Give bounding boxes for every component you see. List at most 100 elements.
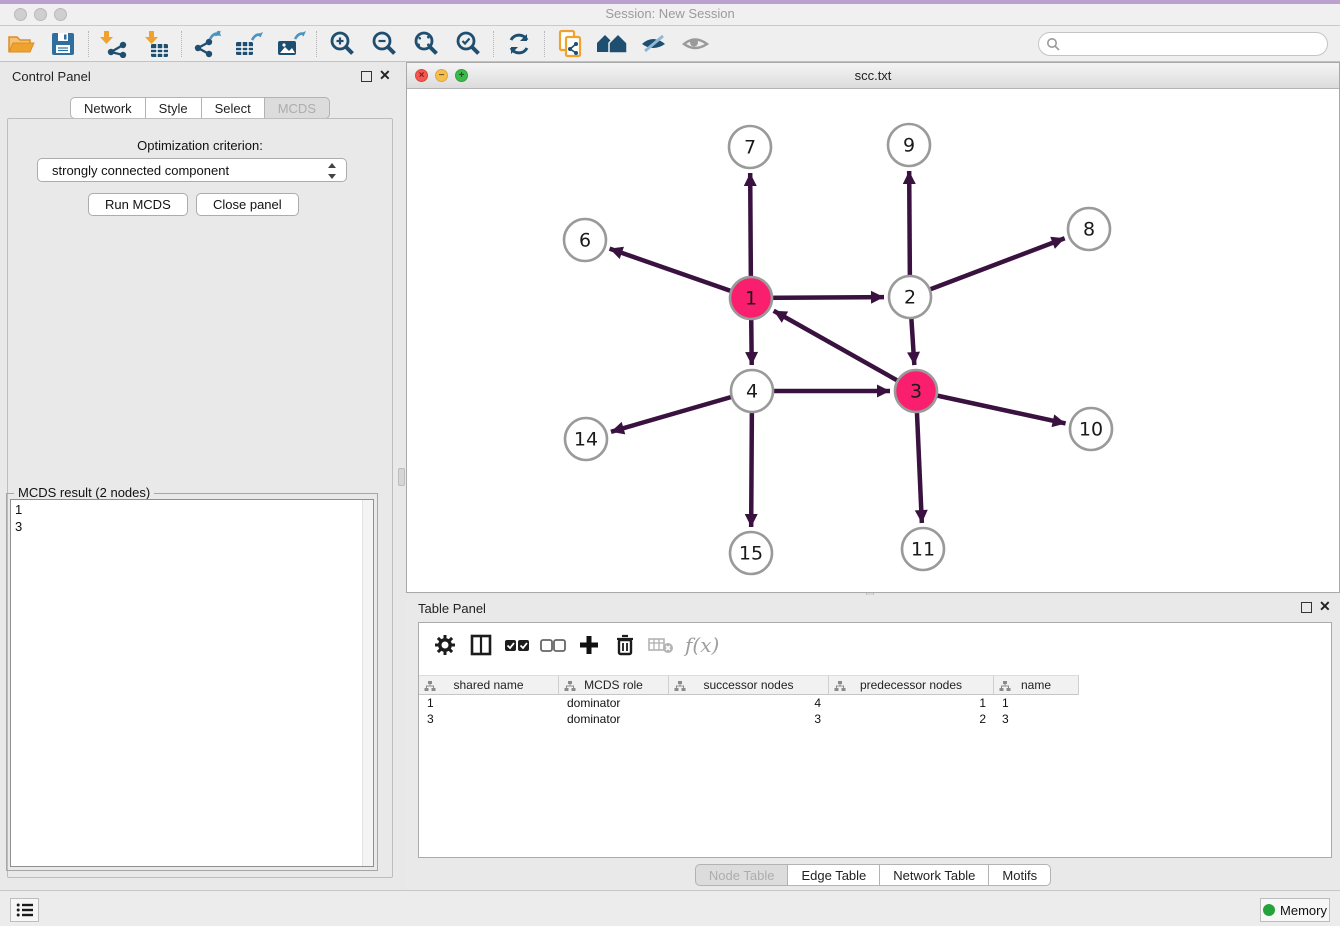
hide-selected-button[interactable] (633, 28, 675, 60)
table-cell[interactable]: 2 (829, 711, 994, 727)
eye-icon (681, 32, 711, 56)
column-type-icon (424, 680, 436, 692)
table-cell[interactable]: dominator (559, 711, 669, 727)
delete-table-button[interactable] (643, 628, 679, 662)
column-header-successor-nodes[interactable]: successor nodes (669, 675, 829, 695)
table-cell[interactable]: 1 (829, 695, 994, 711)
graph-node-11[interactable]: 11 (902, 528, 944, 570)
zoom-out-icon (370, 30, 398, 58)
graph-node-9[interactable]: 9 (888, 124, 930, 166)
apply-style-button[interactable] (498, 28, 540, 60)
tab-style[interactable]: Style (146, 97, 202, 119)
criterion-dropdown[interactable]: strongly connected component (37, 158, 347, 182)
export-table-button[interactable] (228, 28, 270, 60)
function-builder-button[interactable]: f(x) (685, 633, 719, 657)
node-label: 2 (904, 287, 916, 309)
table-cell[interactable]: 3 (419, 711, 559, 727)
graph-node-4[interactable]: 4 (731, 370, 773, 412)
tab-network[interactable]: Network (70, 97, 146, 119)
close-panel-button[interactable]: Close panel (196, 193, 299, 216)
tab-node-table[interactable]: Node Table (695, 864, 789, 886)
search-input[interactable] (1038, 32, 1328, 56)
table-cell[interactable]: 1 (419, 695, 559, 711)
float-table-panel-icon[interactable] (1301, 602, 1312, 613)
tab-motifs[interactable]: Motifs (989, 864, 1051, 886)
graph-node-3[interactable]: 3 (895, 370, 937, 412)
memory-button-label: Memory (1280, 903, 1327, 918)
graph-node-14[interactable]: 14 (565, 418, 607, 460)
deselect-all-rows-button[interactable] (535, 628, 571, 662)
run-mcds-button[interactable]: Run MCDS (88, 193, 188, 216)
edge-1-6[interactable] (610, 249, 751, 298)
column-header-shared-name[interactable]: shared name (419, 675, 559, 695)
network-canvas[interactable]: 7 9 6 8 1 2 4 3 14 10 15 11 (407, 89, 1339, 592)
plus-icon (578, 634, 600, 656)
node-label: 11 (911, 539, 935, 561)
first-neighbors-button[interactable] (591, 28, 633, 60)
show-all-button[interactable] (675, 28, 717, 60)
edge-3-1[interactable] (774, 311, 916, 391)
zoom-in-button[interactable] (321, 28, 363, 60)
export-table-icon (234, 30, 264, 58)
vertical-splitter-handle[interactable] (398, 468, 405, 486)
graph-node-2[interactable]: 2 (889, 276, 931, 318)
tab-edge-table[interactable]: Edge Table (788, 864, 880, 886)
tab-select[interactable]: Select (202, 97, 265, 119)
import-table-button[interactable] (135, 28, 177, 60)
table-row[interactable]: 3dominator323 (419, 711, 1331, 727)
edge-2-8[interactable] (910, 238, 1065, 297)
edge-3-10[interactable] (916, 391, 1066, 423)
column-type-icon (674, 680, 686, 692)
column-header-label: successor nodes (703, 678, 793, 692)
graph-node-1[interactable]: 1 (730, 277, 772, 319)
search-icon (1046, 37, 1060, 51)
node-table: shared nameMCDS role successor nodes prede… (419, 675, 1331, 727)
graph-node-6[interactable]: 6 (564, 219, 606, 261)
zoom-selected-button[interactable] (447, 28, 489, 60)
delete-column-button[interactable] (607, 628, 643, 662)
close-table-panel-icon[interactable]: ✕ (1319, 601, 1331, 612)
export-image-button[interactable] (270, 28, 312, 60)
zoom-fit-icon (412, 30, 440, 58)
clone-network-button[interactable] (549, 28, 591, 60)
clone-network-icon (556, 29, 584, 59)
graph-node-8[interactable]: 8 (1068, 208, 1110, 250)
table-cell[interactable]: dominator (559, 695, 669, 711)
mcds-result-title: MCDS result (2 nodes) (14, 485, 154, 500)
select-all-rows-button[interactable] (499, 628, 535, 662)
zoom-fit-button[interactable] (405, 28, 447, 60)
table-cell[interactable]: 4 (669, 695, 829, 711)
tab-network-table[interactable]: Network Table (880, 864, 989, 886)
table-cell[interactable]: 3 (669, 711, 829, 727)
float-panel-icon[interactable] (361, 71, 372, 82)
tab-mcds[interactable]: MCDS (265, 97, 330, 119)
table-header-row: shared nameMCDS role successor nodes prede… (419, 675, 1331, 695)
export-image-icon (276, 30, 306, 58)
column-header-MCDS-role[interactable]: MCDS role (559, 675, 669, 695)
zoom-out-button[interactable] (363, 28, 405, 60)
graph-node-10[interactable]: 10 (1070, 408, 1112, 450)
column-header-label: name (1021, 678, 1051, 692)
table-row[interactable]: 1dominator411 (419, 695, 1331, 711)
table-settings-button[interactable] (427, 628, 463, 662)
table-cell[interactable]: 3 (994, 711, 1079, 727)
save-session-button[interactable] (42, 28, 84, 60)
column-header-name[interactable]: name (994, 675, 1079, 695)
close-panel-icon[interactable]: ✕ (379, 70, 391, 81)
table-cell[interactable]: 1 (994, 695, 1079, 711)
result-scrollbar[interactable] (362, 500, 373, 866)
table-toolbar: f(x) (419, 623, 1331, 667)
show-columns-button[interactable] (463, 628, 499, 662)
task-history-button[interactable] (10, 898, 39, 922)
memory-button[interactable]: Memory (1260, 898, 1330, 922)
graph-node-15[interactable]: 15 (730, 532, 772, 574)
import-network-button[interactable] (93, 28, 135, 60)
optimization-criterion-label: Optimization criterion: (0, 138, 400, 153)
create-column-button[interactable] (571, 628, 607, 662)
column-header-predecessor-nodes[interactable]: predecessor nodes (829, 675, 994, 695)
mcds-result-list[interactable]: 1 3 (10, 499, 374, 867)
unchecked-boxes-icon (540, 638, 566, 652)
export-network-button[interactable] (186, 28, 228, 60)
open-session-button[interactable] (0, 28, 42, 60)
graph-node-7[interactable]: 7 (729, 126, 771, 168)
